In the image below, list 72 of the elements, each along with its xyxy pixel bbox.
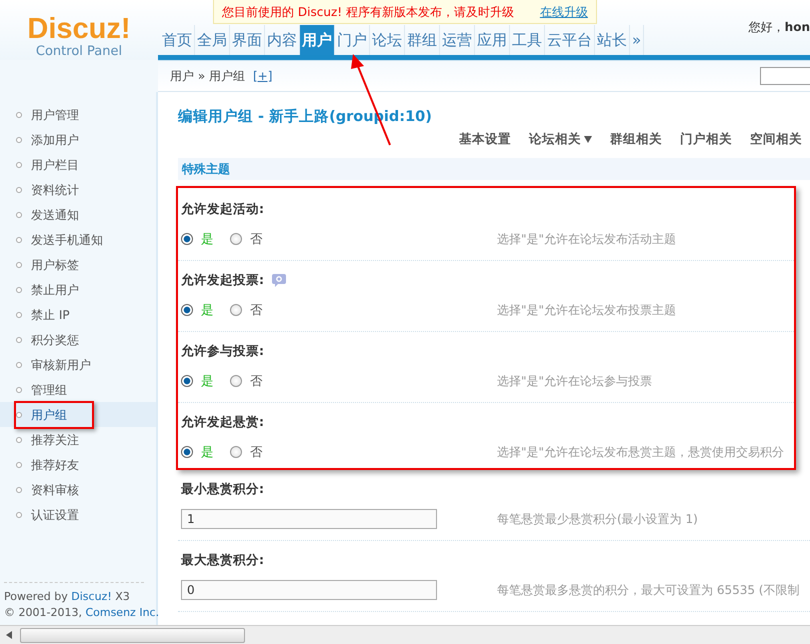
sidebar-item[interactable]: 用户栏目 <box>0 152 156 177</box>
field-hint: 选择"是"允许在论坛发布活动主题 <box>497 231 676 248</box>
add-shortcut-link[interactable]: [+] <box>252 67 272 85</box>
radio-option[interactable]: 否 <box>230 372 263 390</box>
field-label: 允许参与投票: <box>181 342 264 360</box>
sidebar-item[interactable]: 推荐好友 <box>0 452 156 477</box>
field-hint: 每笔悬赏最多悬赏的积分，最大可设置为 65535 (不限制 <box>497 582 800 599</box>
bullet-icon <box>16 386 22 392</box>
sidebar-item[interactable]: 发送手机通知 <box>0 227 156 252</box>
bullet-icon <box>16 212 22 218</box>
field-hint: 每笔悬赏最少悬赏积分(最小设置为 1) <box>497 511 698 528</box>
field-label: 允许发起投票: <box>181 270 264 289</box>
bullet-icon <box>16 412 22 418</box>
scroll-left-icon[interactable] <box>6 631 12 639</box>
section-title: 特殊主题 <box>182 161 230 178</box>
sidebar-item[interactable]: 积分奖惩 <box>0 327 156 352</box>
settings-tab[interactable]: 空间相关 <box>750 130 802 148</box>
field-hint: 选择"是"允许在论坛发布悬赏主题，悬赏使用交易积分 <box>497 444 784 461</box>
bullet-icon <box>16 312 22 318</box>
notice-text: 您目前使用的 Discuz! 程序有新版本发布，请及时升级 <box>222 4 514 20</box>
field-label: 最小悬赏积分: <box>181 480 264 498</box>
help-icon[interactable] <box>272 273 286 287</box>
footer-text: © 2001-2013, Comsenz Inc. <box>4 606 160 619</box>
field-hint: 选择"是"允许在论坛参与投票 <box>497 373 652 390</box>
settings-tab[interactable]: 基本设置 <box>459 130 511 148</box>
horizontal-scrollbar[interactable] <box>0 625 810 644</box>
sidebar-item[interactable]: 管理组 <box>0 377 156 402</box>
sidebar-item[interactable]: 用户管理 <box>0 102 156 127</box>
bullet-icon <box>16 136 22 142</box>
sidebar-item[interactable]: 推荐关注 <box>0 427 156 452</box>
bullet-icon <box>16 436 22 442</box>
input-field[interactable]: 1 <box>181 509 437 529</box>
sidebar-item[interactable]: 用户组 <box>0 402 156 427</box>
bullet-icon <box>16 262 22 268</box>
bullet-icon <box>16 286 22 292</box>
bullet-icon <box>16 512 22 518</box>
bullet-icon <box>16 186 22 192</box>
settings-tab[interactable]: 论坛相关 <box>529 130 592 148</box>
breadcrumb: 用户 » 用户组 <box>170 68 245 85</box>
bullet-icon <box>16 236 22 242</box>
field-label: 允许发起悬赏: <box>181 412 264 431</box>
sidebar-item[interactable]: 资料统计 <box>0 177 156 202</box>
settings-tab[interactable]: 门户相关 <box>680 130 732 148</box>
logo: Discuz! <box>27 14 131 44</box>
bullet-icon <box>16 112 22 118</box>
bullet-icon <box>16 462 22 468</box>
sidebar-item[interactable]: 资料审核 <box>0 477 156 502</box>
greeting: 您好，hon <box>748 19 810 36</box>
radio-option[interactable]: 否 <box>230 230 263 248</box>
nav-tab[interactable]: 用户 <box>300 25 335 55</box>
sidebar-item[interactable]: 发送通知 <box>0 202 156 227</box>
radio-option[interactable]: 否 <box>230 300 263 320</box>
bullet-icon <box>16 362 22 368</box>
bullet-icon <box>16 162 22 168</box>
bullet-icon <box>16 336 22 342</box>
sidebar-item[interactable]: 认证设置 <box>0 502 156 527</box>
sidebar-item[interactable]: 用户标签 <box>0 252 156 277</box>
sidebar-item[interactable]: 禁止用户 <box>0 277 156 302</box>
field-label: 允许发起活动: <box>181 200 264 218</box>
footer-text: Powered by Discuz! X3 <box>4 590 130 603</box>
settings-tab[interactable]: 群组相关 <box>610 130 662 148</box>
sidebar-item[interactable]: 审核新用户 <box>0 352 156 377</box>
sidebar-item[interactable]: 禁止 IP <box>0 302 156 327</box>
upgrade-link[interactable]: 在线升级 <box>540 2 588 20</box>
field-label: 最大悬赏积分: <box>181 550 264 569</box>
logo-subtitle: Control Panel <box>36 44 122 60</box>
radio-option[interactable]: 否 <box>230 442 263 462</box>
input-field[interactable]: 0 <box>181 580 437 600</box>
sidebar-item[interactable]: 添加用户 <box>0 127 156 152</box>
bullet-icon <box>16 486 22 492</box>
search-field[interactable] <box>760 67 810 85</box>
field-hint: 选择"是"允许在论坛发布投票主题 <box>497 302 676 319</box>
